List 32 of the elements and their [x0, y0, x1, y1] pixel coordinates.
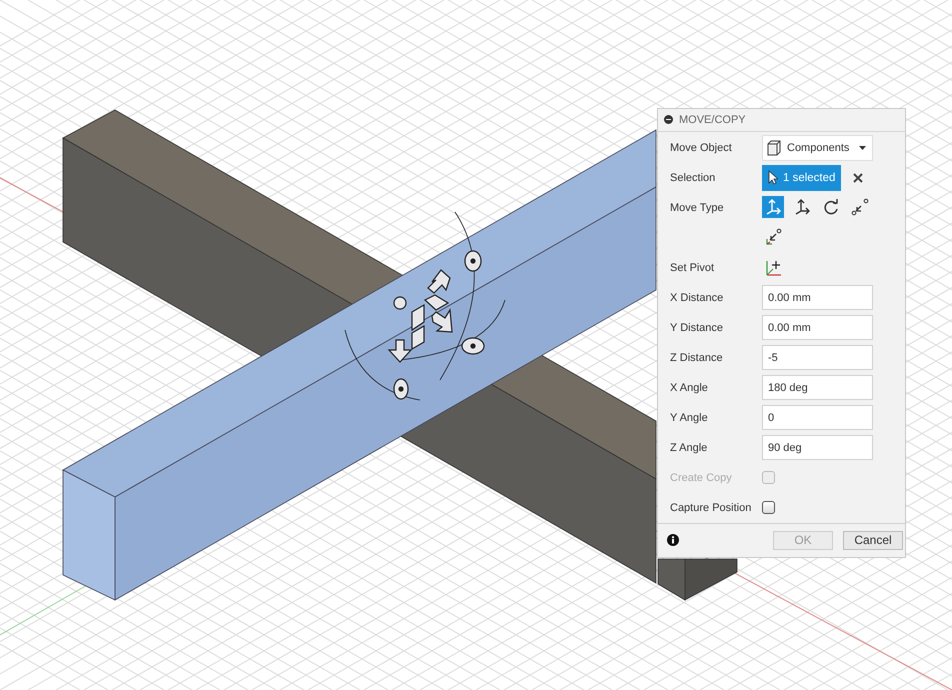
pivot-axes-icon[interactable] — [764, 258, 782, 277]
info-icon[interactable] — [667, 534, 679, 546]
cursor-icon — [768, 170, 778, 186]
field-label: Move Object — [670, 142, 733, 154]
field-label: Y Distance — [670, 322, 724, 334]
dialog-title: MOVE/COPY — [679, 114, 746, 126]
value-field[interactable]: 90 deg — [762, 435, 873, 460]
field-label: X Distance — [670, 292, 724, 304]
clear-selection-icon[interactable] — [853, 172, 864, 183]
move-object-dropdown[interactable]: Components — [762, 134, 873, 161]
value-field[interactable]: 0.00 mm — [762, 285, 873, 310]
cube-icon — [766, 140, 782, 156]
field-label: Z Angle — [670, 442, 708, 454]
field-label: Z Distance — [670, 352, 724, 364]
field-label: Move Type — [670, 200, 725, 214]
field-label: Y Angle — [670, 412, 709, 424]
selection-button[interactable]: 1 selected — [762, 164, 842, 191]
field-label: Set Pivot — [670, 262, 716, 274]
value-field[interactable]: 180 deg — [762, 375, 873, 400]
value-field[interactable]: 0.00 mm — [762, 315, 873, 340]
dialog-button[interactable]: Cancel — [843, 530, 903, 550]
collapse-icon[interactable] — [664, 115, 673, 124]
free-move-icon[interactable] — [762, 196, 784, 218]
value-field[interactable]: 0 — [762, 405, 873, 430]
field-label: Create Copy — [670, 472, 733, 484]
value-field[interactable]: -5 — [762, 345, 873, 370]
field-label: Selection — [670, 172, 716, 184]
caret-icon — [859, 146, 866, 150]
point-to-point-icon[interactable] — [849, 196, 871, 218]
checkbox[interactable] — [762, 501, 775, 514]
field-label: X Angle — [670, 382, 709, 394]
field-label: Capture Position — [670, 502, 752, 514]
